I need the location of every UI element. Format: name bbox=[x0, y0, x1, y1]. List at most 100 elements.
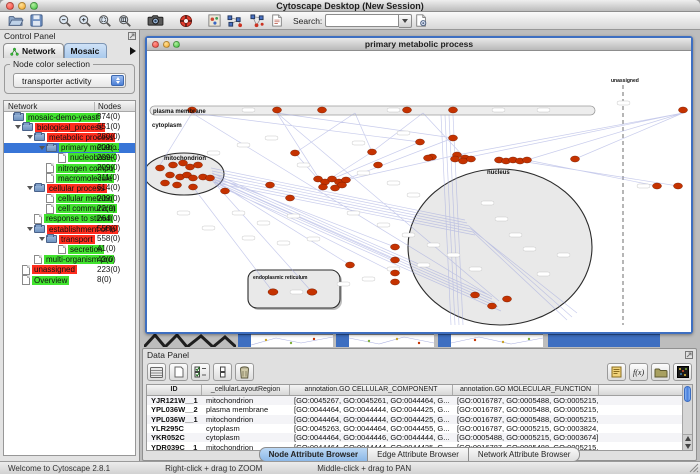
tree-row-overview[interactable]: Overview8(0) bbox=[4, 275, 135, 285]
background-window-fragment[interactable] bbox=[451, 334, 543, 347]
tree-row-unassigned[interactable]: unassigned223(0) bbox=[4, 265, 135, 275]
help-icon[interactable] bbox=[176, 12, 196, 29]
layout-network-a-icon[interactable] bbox=[224, 12, 246, 29]
tree-row-multi-organism[interactable]: multi-organism pro42(0) bbox=[4, 255, 135, 265]
window-titlebar[interactable]: Cytoscape Desktop (New Session) bbox=[0, 0, 700, 12]
tree-node-count: 280(0) bbox=[97, 132, 120, 142]
attribute-notes-icon[interactable] bbox=[607, 363, 626, 381]
table-row[interactable]: YPL036W__1mitochondrion[GO:0044464, GO:0… bbox=[147, 415, 692, 424]
data-panel-toolbar: f(x) bbox=[143, 360, 696, 384]
tab-mosaic[interactable]: Mosaic bbox=[64, 43, 108, 58]
select-attributes-icon[interactable] bbox=[147, 363, 166, 381]
snapshot-icon[interactable] bbox=[144, 12, 167, 29]
tab-node-attribute-browser[interactable]: Node Attribute Browser bbox=[259, 447, 369, 461]
background-window-fragment[interactable] bbox=[336, 334, 349, 347]
table-row[interactable]: YKR052Ccytoplasm[GO:0044464, GO:0044446,… bbox=[147, 433, 692, 442]
zoom-actual-size-icon[interactable] bbox=[115, 12, 135, 29]
tab-edge-attribute-browser[interactable]: Edge Attribute Browser bbox=[368, 447, 469, 461]
tree-row-response-to-stimulus[interactable]: response to stimul264(0) bbox=[4, 214, 135, 224]
background-window-fragment[interactable] bbox=[548, 334, 660, 347]
view-close-button[interactable] bbox=[152, 41, 159, 48]
new-attribute-icon[interactable] bbox=[169, 363, 188, 381]
select-all-attributes-icon[interactable] bbox=[191, 363, 210, 381]
cell-function: [GO:0016787, GO:0005488, GO:0005215, G..… bbox=[453, 415, 599, 424]
table-vertical-scrollbar[interactable] bbox=[682, 385, 692, 450]
zoom-out-icon[interactable] bbox=[55, 12, 75, 29]
close-button[interactable] bbox=[6, 2, 14, 10]
node-color-select[interactable]: transporter activity bbox=[13, 73, 126, 88]
search-input[interactable] bbox=[325, 14, 399, 27]
column-header-id[interactable]: ID bbox=[147, 385, 202, 395]
tree-row-metabolic-process[interactable]: metabolic process280(0) bbox=[4, 132, 135, 142]
tree-row-transport[interactable]: transport558(0) bbox=[4, 234, 135, 244]
tree-row-establishment-localization[interactable]: establishment of lo558(0) bbox=[4, 224, 135, 234]
cell-region: mitochondrion bbox=[202, 415, 290, 424]
more-tabs-arrow-icon[interactable] bbox=[130, 47, 136, 55]
search-label: Search: bbox=[293, 16, 322, 26]
background-window-fragment[interactable] bbox=[349, 334, 434, 347]
network-view-titlebar[interactable]: primary metabolic process bbox=[147, 38, 691, 51]
collapse-arrow-icon[interactable] bbox=[27, 227, 34, 231]
zoom-button[interactable] bbox=[30, 2, 38, 10]
zoom-in-icon[interactable] bbox=[75, 12, 95, 29]
zoom-selected-icon[interactable] bbox=[95, 12, 115, 29]
cell-component: [GO:0044464, GO:0044444, GO:0044425, G..… bbox=[290, 405, 453, 414]
tree-row-cell-communication[interactable]: cell communicat22(0) bbox=[4, 204, 135, 214]
plasma-membrane-region[interactable] bbox=[150, 106, 595, 115]
tab-network[interactable]: Network bbox=[3, 43, 64, 58]
tree-header[interactable]: Network Nodes bbox=[4, 101, 135, 112]
control-panel: Control Panel Network Mosaic Node color … bbox=[0, 30, 140, 461]
open-network-icon[interactable] bbox=[5, 12, 27, 29]
cell-component: [GO:0045267, GO:0045261, GO:0044464, G..… bbox=[290, 396, 453, 405]
tree-row-cellular-process[interactable]: cellular process614(0) bbox=[4, 183, 135, 193]
background-window-fragment[interactable] bbox=[238, 334, 251, 347]
minimize-button[interactable] bbox=[18, 2, 26, 10]
save-session-icon[interactable] bbox=[27, 12, 46, 29]
tree-row-nucleobase[interactable]: nucleobase-209(0) bbox=[4, 153, 135, 163]
tree-row-macromolecule[interactable]: macromolecule311(0) bbox=[4, 173, 135, 183]
tree-row-primary-metabolic[interactable]: primary metabo209(... bbox=[4, 143, 135, 153]
tree-row-secretion[interactable]: secretion41(0) bbox=[4, 244, 135, 254]
table-row[interactable]: YLR295Ccytoplasm[GO:0045263, GO:0044464,… bbox=[147, 424, 692, 433]
app-resize-grip[interactable] bbox=[689, 463, 699, 473]
column-header-cellular-component[interactable]: annotation.GO CELLULAR_COMPONENT bbox=[290, 385, 453, 395]
tab-network-attribute-browser[interactable]: Network Attribute Browser bbox=[469, 447, 580, 461]
unselect-all-attributes-icon[interactable] bbox=[213, 363, 232, 381]
column-header-molecular-function[interactable]: annotation.GO MOLECULAR_FUNCTION bbox=[453, 385, 599, 395]
collapse-arrow-icon[interactable] bbox=[39, 237, 46, 241]
attribute-table-header[interactable]: ID _cellularLayoutRegion annotation.GO C… bbox=[147, 385, 692, 396]
formula-builder-icon[interactable]: f(x) bbox=[629, 363, 648, 381]
tree-row-nitrogen-compound[interactable]: nitrogen compo209(0) bbox=[4, 163, 135, 173]
tree-row-cellular-metabolic[interactable]: cellular metabo209(0) bbox=[4, 194, 135, 204]
collapse-arrow-icon[interactable] bbox=[39, 146, 46, 150]
session-settings-icon[interactable] bbox=[412, 12, 431, 29]
delete-attribute-icon[interactable] bbox=[235, 363, 254, 381]
main-toolbar: Search: bbox=[0, 12, 700, 30]
table-row[interactable]: YPL036W__2plasma membrane[GO:0044464, GO… bbox=[147, 405, 692, 414]
scrollbar-thumb[interactable] bbox=[684, 386, 691, 402]
vizmapper-icon[interactable] bbox=[205, 12, 224, 29]
float-panel-icon[interactable] bbox=[685, 351, 693, 359]
matrix-view-icon[interactable] bbox=[673, 363, 692, 381]
search-options-dropdown[interactable] bbox=[399, 14, 412, 28]
layout-network-b-icon[interactable] bbox=[246, 12, 268, 29]
tree-row-biological-process[interactable]: biological_process651(0) bbox=[4, 122, 135, 132]
import-attributes-icon[interactable] bbox=[651, 363, 670, 381]
collapse-arrow-icon[interactable] bbox=[27, 135, 34, 139]
view-zoom-button[interactable] bbox=[173, 41, 180, 48]
background-window-fragment[interactable] bbox=[251, 334, 333, 347]
background-window-fragment[interactable] bbox=[144, 334, 236, 347]
float-panel-icon[interactable] bbox=[128, 32, 136, 40]
table-row[interactable]: YJR121W__1mitochondrion[GO:0045267, GO:0… bbox=[147, 396, 692, 405]
data-panel-title: Data Panel bbox=[147, 350, 189, 360]
tree-node-count: 614(0) bbox=[97, 183, 120, 193]
collapse-arrow-icon[interactable] bbox=[27, 186, 34, 190]
tree-row-mosaic-demo-yeast[interactable]: mosaic-demo-yeast874(0) bbox=[4, 112, 135, 122]
network-canvas[interactable]: plasma membrane cytoplasm mitochondrion … bbox=[147, 51, 691, 332]
column-header-region[interactable]: _cellularLayoutRegion bbox=[202, 385, 290, 395]
annotations-icon[interactable] bbox=[268, 12, 286, 29]
collapse-arrow-icon[interactable] bbox=[15, 125, 22, 129]
view-minimize-button[interactable] bbox=[163, 41, 170, 48]
background-window-fragment[interactable] bbox=[438, 334, 451, 347]
network-file-icon bbox=[46, 194, 54, 204]
